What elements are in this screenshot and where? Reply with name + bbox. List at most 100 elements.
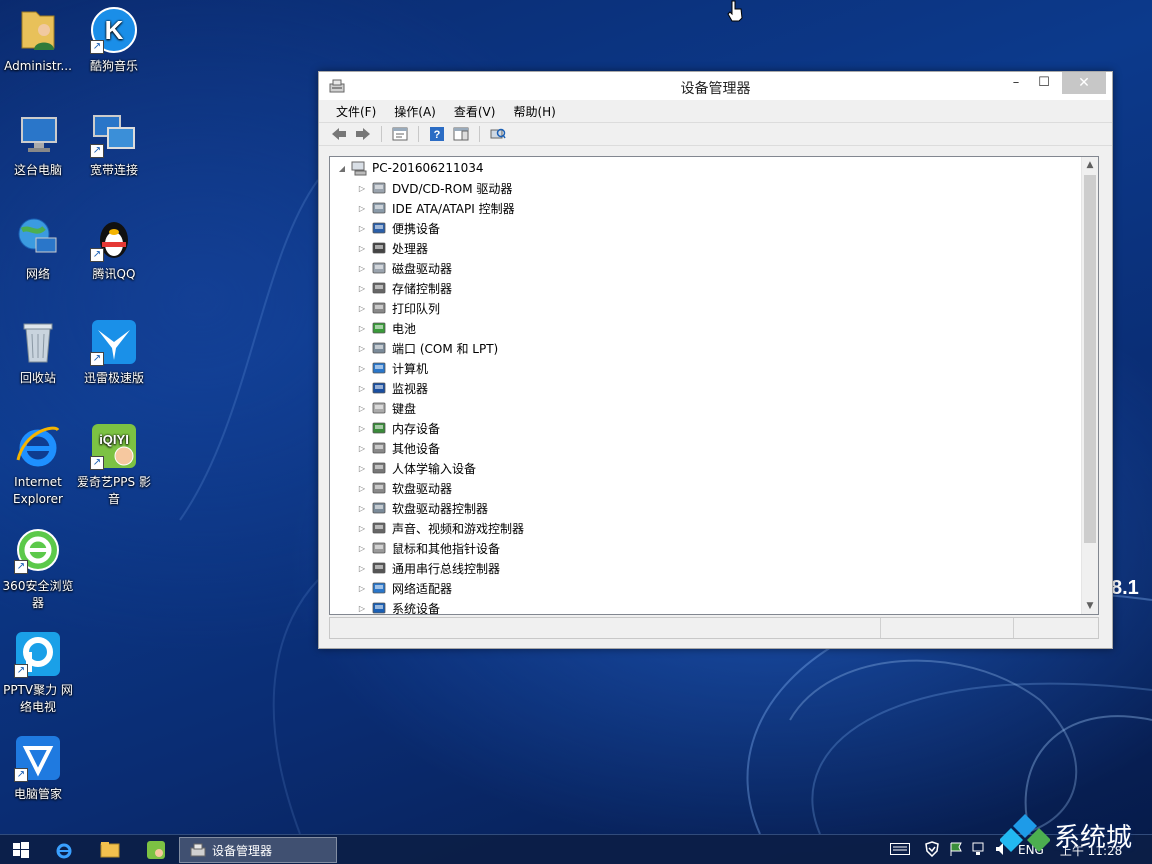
title-bar[interactable]: 设备管理器 – ☐ ✕ <box>319 72 1112 100</box>
expand-arrow-icon[interactable]: ▷ <box>356 484 368 493</box>
expand-arrow-icon[interactable]: ▷ <box>356 224 368 233</box>
expand-arrow-icon[interactable]: ▷ <box>356 564 368 573</box>
unknown-device-icon <box>371 440 387 456</box>
network-status-icon[interactable] <box>972 841 988 860</box>
computer-icon <box>371 360 387 376</box>
tree-item[interactable]: ▷ 内存设备 <box>356 418 440 438</box>
scroll-thumb[interactable] <box>1084 175 1096 543</box>
desktop-icon-qq[interactable]: ↗ 腾讯QQ <box>76 214 152 283</box>
desktop-icon-kugou[interactable]: K ↗ 酷狗音乐 <box>76 6 152 75</box>
desktop-icon-360-browser[interactable]: ↗ 360安全浏览器 <box>0 526 76 612</box>
expand-arrow-icon[interactable]: ▷ <box>356 184 368 193</box>
expand-arrow-icon[interactable]: ▷ <box>356 284 368 293</box>
taskbar-ie-button[interactable] <box>50 837 78 863</box>
desktop-icon-pc-manager[interactable]: ↗ 电脑管家 <box>0 734 76 803</box>
scroll-up-icon[interactable]: ▲ <box>1082 157 1098 173</box>
minimize-button[interactable]: – <box>1002 72 1030 94</box>
desktop-icon-internet-explorer[interactable]: Internet Explorer <box>0 422 76 508</box>
maximize-button[interactable]: ☐ <box>1030 72 1058 94</box>
tree-item[interactable]: ▷ 系统设备 <box>356 598 440 615</box>
keyboard-icon[interactable] <box>890 842 910 858</box>
tree-item[interactable]: ▷ 软盘驱动器控制器 <box>356 498 488 518</box>
tree-item[interactable]: ▷ 计算机 <box>356 358 428 378</box>
disk-drive-icon <box>371 260 387 276</box>
security-flag-icon[interactable] <box>948 841 964 860</box>
expand-arrow-icon[interactable]: ▷ <box>356 384 368 393</box>
tree-item[interactable]: ▷ 磁盘驱动器 <box>356 258 452 278</box>
taskbar-explorer-button[interactable] <box>96 837 124 863</box>
printer-icon <box>371 300 387 316</box>
start-button[interactable] <box>8 837 34 863</box>
expand-arrow-icon[interactable]: ▷ <box>356 244 368 253</box>
help-icon[interactable]: ? <box>427 125 447 143</box>
expand-arrow-icon[interactable]: ▷ <box>356 304 368 313</box>
menu-file[interactable]: 文件(F) <box>327 103 385 120</box>
forward-icon[interactable] <box>353 125 373 143</box>
shortcut-arrow-icon: ↗ <box>14 560 28 574</box>
status-pane-3 <box>1014 618 1098 638</box>
tree-item[interactable]: ▷ IDE ATA/ATAPI 控制器 <box>356 198 515 218</box>
expand-arrow-icon[interactable]: ▷ <box>356 544 368 553</box>
tree-root[interactable]: ◢ PC-201606211034 <box>336 158 484 178</box>
expand-arrow-icon[interactable]: ▷ <box>356 584 368 593</box>
back-icon[interactable] <box>329 125 349 143</box>
file-explorer-icon <box>100 842 120 858</box>
tree-item[interactable]: ▷ 监视器 <box>356 378 428 398</box>
tree-item[interactable]: ▷ 存储控制器 <box>356 278 452 298</box>
scroll-down-icon[interactable]: ▼ <box>1082 598 1098 614</box>
properties-icon[interactable] <box>390 125 410 143</box>
tree-item[interactable]: ▷ DVD/CD-ROM 驱动器 <box>356 178 513 198</box>
expand-arrow-icon[interactable]: ▷ <box>356 524 368 533</box>
expand-arrow-icon[interactable]: ▷ <box>356 344 368 353</box>
close-button[interactable]: ✕ <box>1062 72 1106 94</box>
desktop-icon-recycle-bin[interactable]: 回收站 <box>0 318 76 387</box>
port-icon <box>371 340 387 356</box>
tree-item[interactable]: ▷ 网络适配器 <box>356 578 452 598</box>
tree-item[interactable]: ▷ 声音、视频和游戏控制器 <box>356 518 524 538</box>
tree-item[interactable]: ▷ 打印队列 <box>356 298 440 318</box>
menu-help[interactable]: 帮助(H) <box>504 103 564 120</box>
tree-item[interactable]: ▷ 电池 <box>356 318 416 338</box>
tree-item-label: 处理器 <box>392 241 429 256</box>
expand-arrow-icon[interactable]: ▷ <box>356 504 368 513</box>
desktop-icon-pptv[interactable]: ↗ PPTV聚力 网络电视 <box>0 630 76 716</box>
menu-view[interactable]: 查看(V) <box>445 103 505 120</box>
desktop-icon-label: 360安全浏览器 <box>2 579 74 610</box>
tree-item-label: 打印队列 <box>392 301 441 316</box>
tree-item[interactable]: ▷ 软盘驱动器 <box>356 478 452 498</box>
device-tree-panel[interactable]: ◢ PC-201606211034 ▷ DVD/CD-ROM 驱动器 ▷ IDE AT… <box>329 156 1099 615</box>
device-manager-window[interactable]: 设备管理器 – ☐ ✕ 文件(F) 操作(A) 查看(V) 帮助(H) ? ◢ … <box>318 71 1113 649</box>
menu-action[interactable]: 操作(A) <box>385 103 445 120</box>
desktop-icon-thunder[interactable]: ↗ 迅雷极速版 <box>76 318 152 387</box>
tree-item[interactable]: ▷ 鼠标和其他指针设备 <box>356 538 500 558</box>
tree-item[interactable]: ▷ 人体学输入设备 <box>356 458 476 478</box>
shield-icon[interactable] <box>924 840 940 860</box>
expand-arrow-icon[interactable]: ▷ <box>356 424 368 433</box>
scan-hardware-icon[interactable] <box>488 125 508 143</box>
desktop-icon-network[interactable]: 网络 <box>0 214 76 283</box>
expand-arrow-icon[interactable]: ▷ <box>356 444 368 453</box>
tree-item[interactable]: ▷ 其他设备 <box>356 438 440 458</box>
expand-arrow-icon[interactable]: ▷ <box>356 264 368 273</box>
tree-item[interactable]: ▷ 处理器 <box>356 238 428 258</box>
tree-item[interactable]: ▷ 键盘 <box>356 398 416 418</box>
expand-arrow-icon[interactable]: ▷ <box>356 464 368 473</box>
tree-item[interactable]: ▷ 便携设备 <box>356 218 440 238</box>
show-hide-icon[interactable] <box>451 125 471 143</box>
toolbar: ? <box>319 122 1112 146</box>
tree-item[interactable]: ▷ 通用串行总线控制器 <box>356 558 500 578</box>
tree-item[interactable]: ▷ 端口 (COM 和 LPT) <box>356 338 498 358</box>
expand-arrow-icon[interactable]: ▷ <box>356 604 368 613</box>
collapse-arrow-icon[interactable]: ◢ <box>336 164 348 173</box>
expand-arrow-icon[interactable]: ▷ <box>356 324 368 333</box>
taskbar-iqiyi-button[interactable] <box>142 837 170 863</box>
expand-arrow-icon[interactable]: ▷ <box>356 364 368 373</box>
vertical-scrollbar[interactable]: ▲ ▼ <box>1081 157 1098 614</box>
desktop-icon-this-pc[interactable]: 这台电脑 <box>0 110 76 179</box>
expand-arrow-icon[interactable]: ▷ <box>356 404 368 413</box>
desktop-icon-administrator[interactable]: Administr... <box>0 6 76 75</box>
desktop-icon-iqiyi-pps[interactable]: iQIYI ↗ 爱奇艺PPS 影音 <box>76 422 152 508</box>
expand-arrow-icon[interactable]: ▷ <box>356 204 368 213</box>
desktop-icon-broadband[interactable]: ↗ 宽带连接 <box>76 110 152 179</box>
taskbar-device-manager-button[interactable]: 设备管理器 <box>179 837 337 863</box>
